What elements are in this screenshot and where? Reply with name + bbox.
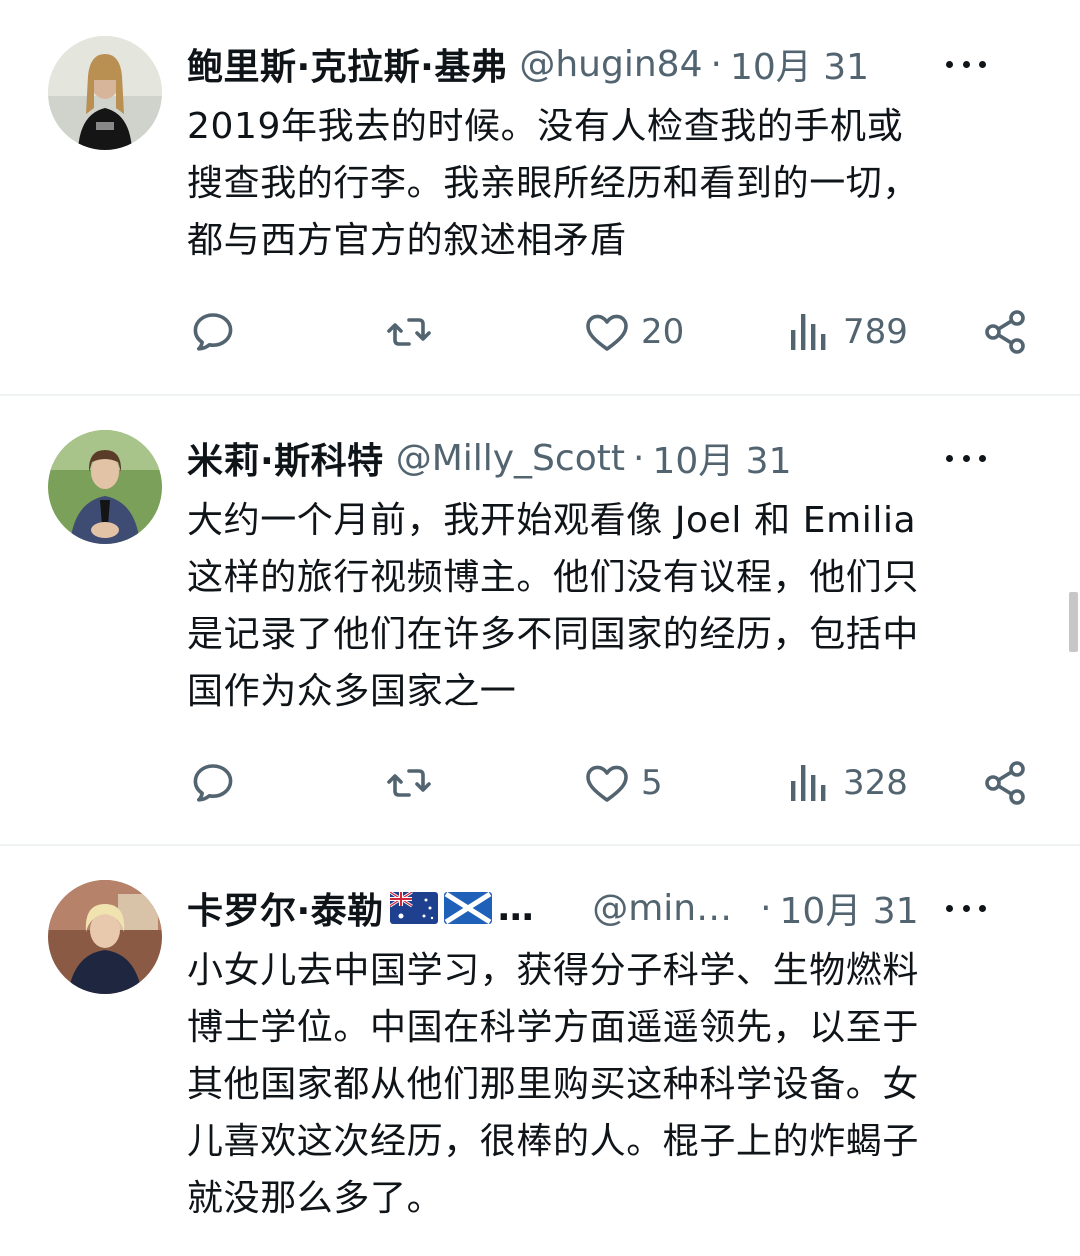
tweet-text: 2019年我去的时候。没有人检查我的手机或 搜查我的行李。我亲眼所经历和看到的一… — [187, 106, 920, 261]
tweet-2[interactable]: 米莉·斯科特 @Milly_Scott · 10月 31 大约一个月前，我开始观… — [0, 396, 1080, 846]
view-count: 789 — [843, 312, 908, 352]
views-button[interactable]: 328 — [785, 753, 908, 813]
like-count: 5 — [641, 763, 663, 803]
retweet-button[interactable] — [385, 302, 433, 362]
user-handle[interactable]: @Milly_Scott — [396, 438, 625, 479]
tweet-header: 米莉·斯科特 @Milly_Scott · 10月 31 — [187, 432, 1040, 484]
tweet-actions: 5 328 — [187, 753, 1037, 813]
reply-button[interactable] — [189, 302, 237, 362]
more-icon[interactable] — [946, 59, 986, 69]
tweet-date[interactable]: 10月 31 — [652, 432, 791, 484]
like-button[interactable]: 20 — [583, 302, 684, 362]
tweet-1[interactable]: 鲍里斯·克拉斯·基弗 @hugin84 · 10月 31 2019年我去的时候。… — [0, 0, 1080, 396]
avatar[interactable] — [48, 36, 162, 150]
retweet-button[interactable] — [385, 753, 433, 813]
more-icon[interactable] — [946, 903, 986, 913]
retweet-icon — [387, 769, 431, 797]
user-handle[interactable]: @hugin84 — [519, 44, 702, 85]
separator-dot: · — [632, 437, 645, 479]
tweet-actions: 20 789 — [187, 302, 1037, 362]
views-button[interactable]: 789 — [785, 302, 908, 362]
tweet-text: 大约一个月前，我开始观看像 Joel 和 Emilia 这样的旅行视频博主。他们… — [187, 500, 920, 712]
views-icon — [791, 314, 826, 350]
reply-icon — [193, 764, 233, 802]
australia-flag-icon — [389, 892, 438, 924]
reply-button[interactable] — [189, 753, 237, 813]
tweet-3[interactable]: 卡罗尔·泰勒 … @min… · 10月 31 小女儿去中国学习，获得分子科学、… — [0, 846, 1080, 1256]
avatar[interactable] — [48, 880, 162, 994]
display-name[interactable]: 鲍里斯·克拉斯·基弗 — [187, 38, 507, 90]
display-name[interactable]: 米莉·斯科特 — [187, 432, 384, 484]
tweet-header: 鲍里斯·克拉斯·基弗 @hugin84 · 10月 31 — [187, 38, 1040, 90]
retweet-icon — [387, 318, 431, 346]
heart-icon — [586, 765, 628, 802]
separator-dot: · — [710, 43, 722, 85]
share-icon — [985, 310, 1025, 354]
view-count: 328 — [843, 763, 908, 803]
like-button[interactable]: 5 — [583, 753, 663, 813]
display-name[interactable]: 卡罗尔·泰勒 — [187, 882, 384, 934]
more-icon[interactable] — [946, 453, 986, 463]
tweet-text: 小女儿去中国学习，获得分子科学、生物燃料 博士学位。中国在科学方面遥遥领先，以至… — [187, 950, 920, 1219]
user-handle[interactable]: @min… — [592, 888, 732, 929]
name-ellipsis: … — [497, 887, 535, 929]
tweet-date[interactable]: 10月 31 — [730, 38, 869, 90]
reply-icon — [193, 313, 233, 351]
heart-icon — [586, 314, 628, 351]
tweet-date[interactable]: 10月 31 — [780, 882, 919, 934]
views-icon — [791, 765, 826, 801]
tweet-header: 卡罗尔·泰勒 … @min… · 10月 31 — [187, 882, 1040, 934]
scotland-flag-icon — [443, 892, 492, 924]
share-button[interactable] — [981, 302, 1029, 362]
like-count: 20 — [641, 312, 685, 352]
share-button[interactable] — [981, 753, 1029, 813]
scrollbar-thumb[interactable] — [1069, 592, 1078, 652]
avatar[interactable] — [48, 430, 162, 544]
share-icon — [985, 761, 1025, 805]
separator-dot: · — [760, 887, 772, 929]
